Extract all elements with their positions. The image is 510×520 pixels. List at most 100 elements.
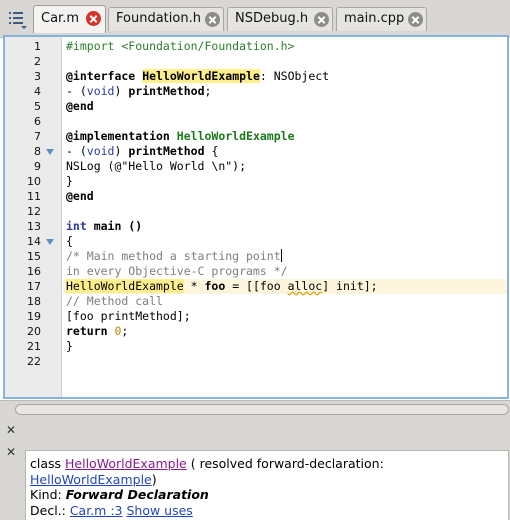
code-area[interactable]: #import <Foundation/Foundation.h> @inter… bbox=[63, 37, 507, 397]
code-line: - (void) printMethod { bbox=[63, 144, 507, 159]
code-text: - ( bbox=[66, 84, 87, 98]
tab-main-cpp[interactable]: main.cpp bbox=[336, 7, 427, 31]
line-number: 6 bbox=[34, 115, 41, 128]
code-text: foo bbox=[204, 279, 226, 293]
kind-line: Kind: Forward Declaration bbox=[30, 487, 508, 503]
list-menu-icon[interactable] bbox=[6, 8, 28, 30]
line-number: 1 bbox=[34, 40, 41, 53]
code-text: ; bbox=[204, 84, 212, 98]
code-text: ; bbox=[121, 324, 129, 338]
class-name: HelloWorldExample bbox=[142, 69, 260, 83]
kind-value: Forward Declaration bbox=[65, 487, 209, 502]
class-name: HelloWorldExample bbox=[176, 129, 295, 143]
line-number: 13 bbox=[27, 220, 41, 233]
tab-label: main.cpp bbox=[344, 11, 405, 26]
decl-label: Decl.: bbox=[30, 502, 70, 518]
line-number: 2 bbox=[34, 55, 41, 68]
line-number: 4 bbox=[34, 85, 41, 98]
tab-label: NSDebug.h bbox=[235, 11, 309, 26]
tab-foundation-h[interactable]: Foundation.h bbox=[108, 7, 224, 31]
resolved-text: ( resolved forward-declaration: bbox=[186, 456, 384, 471]
class-prefix: class bbox=[30, 456, 66, 471]
class-name-link[interactable]: HelloWorldExample bbox=[65, 456, 187, 471]
code-text: int bbox=[66, 219, 87, 233]
line-number: 10 bbox=[27, 175, 41, 188]
code-text: printMethod bbox=[128, 84, 205, 98]
code-text: @end bbox=[66, 99, 94, 113]
code-text: } bbox=[66, 339, 73, 353]
line-number: 18 bbox=[27, 295, 41, 308]
code-line: @interface HelloWorldExample: NSObject bbox=[63, 69, 507, 84]
code-text: ] init]; bbox=[322, 279, 378, 293]
code-line: NSLog (@"Hello World \n"); bbox=[63, 159, 507, 174]
code-text: return bbox=[66, 324, 108, 338]
tab-nsdebug-h[interactable]: NSDebug.h bbox=[227, 7, 333, 31]
code-text: - ( bbox=[66, 144, 87, 158]
code-text: [foo printMethod]; bbox=[66, 309, 191, 323]
close-icon[interactable] bbox=[408, 12, 423, 27]
expand-icon[interactable]: ✕ bbox=[6, 446, 16, 458]
kind-label: Kind: bbox=[30, 487, 66, 502]
comment-text: /* Main method a starting point bbox=[66, 249, 281, 263]
line-number: 20 bbox=[27, 325, 41, 338]
resolved-end: ) bbox=[151, 471, 157, 487]
current-code-line: HelloWorldExample * foo = [[foo alloc] i… bbox=[63, 279, 507, 294]
decl-link[interactable]: Car.m :3 bbox=[70, 503, 123, 518]
code-text: NSLog (@"Hello World \n"); bbox=[66, 159, 247, 173]
line-number: 9 bbox=[34, 160, 41, 173]
info-panel-area: ✕ ✕ class HelloWorldExample ( resolved f… bbox=[0, 418, 510, 520]
resolved-link[interactable]: HelloWorldExample bbox=[30, 472, 152, 487]
code-text: * bbox=[183, 279, 205, 293]
close-icon[interactable] bbox=[86, 11, 101, 26]
code-line: int main () bbox=[63, 219, 507, 234]
code-text: @end bbox=[66, 189, 94, 203]
code-text: @implementation bbox=[66, 129, 170, 143]
code-line: @implementation HelloWorldExample bbox=[63, 129, 507, 144]
fold-arrow-icon[interactable] bbox=[46, 149, 54, 155]
line-number: 19 bbox=[27, 310, 41, 323]
line-number: 14 bbox=[27, 235, 41, 248]
horizontal-scrollbar[interactable] bbox=[0, 400, 510, 418]
code-line: /* Main method a starting point bbox=[63, 249, 507, 264]
fold-arrow-icon[interactable] bbox=[46, 239, 54, 245]
line-number: 5 bbox=[34, 100, 41, 113]
code-text: : NSObject bbox=[259, 69, 330, 83]
code-line: in every Objective-C programs */ bbox=[63, 264, 507, 279]
comment-text: in every Objective-C programs */ bbox=[66, 264, 288, 278]
tab-car-m[interactable]: Car.m bbox=[33, 5, 106, 33]
tab-label: Car.m bbox=[41, 11, 79, 26]
class-line: class HelloWorldExample ( resolved forwa… bbox=[30, 456, 508, 487]
code-text: main () bbox=[86, 219, 143, 233]
code-text: ) bbox=[114, 84, 129, 98]
code-editor[interactable]: 1 2 3 4 5 6 7 8 9 10 11 12 13 14 15 16 17 18 19 20 21 22 #imp… bbox=[3, 35, 509, 399]
line-number: 7 bbox=[34, 130, 41, 143]
show-uses-link[interactable]: Show uses bbox=[126, 503, 192, 518]
tab-bar: Car.m Foundation.h NSDebug.h main.cpp bbox=[0, 0, 510, 38]
line-number: 12 bbox=[27, 205, 41, 218]
code-line: [foo printMethod]; bbox=[63, 309, 507, 324]
line-number: 11 bbox=[27, 190, 41, 203]
code-text: void bbox=[86, 144, 115, 158]
code-text: printMethod bbox=[128, 144, 205, 158]
code-line: { bbox=[63, 234, 507, 249]
line-number-gutter: 1 2 3 4 5 6 7 8 9 10 11 12 13 14 15 16 17 18 19 20 21 22 bbox=[5, 37, 62, 397]
close-icon[interactable] bbox=[314, 12, 329, 27]
line-number: 22 bbox=[27, 355, 41, 368]
code-line: #import <Foundation/Foundation.h> bbox=[63, 39, 507, 54]
code-line: } bbox=[63, 174, 507, 189]
line-number: 21 bbox=[27, 340, 41, 353]
class-name: HelloWorldExample bbox=[66, 279, 184, 293]
close-icon[interactable] bbox=[205, 12, 220, 27]
text-cursor bbox=[280, 249, 282, 262]
scrollbar-thumb[interactable] bbox=[15, 404, 509, 415]
warning-text: alloc bbox=[287, 279, 323, 293]
close-icon[interactable]: ✕ bbox=[6, 424, 16, 436]
line-number: 17 bbox=[27, 280, 41, 293]
line-number: 16 bbox=[27, 265, 41, 278]
code-text: = [[foo bbox=[225, 279, 288, 293]
code-text: { bbox=[204, 144, 219, 158]
code-text: void bbox=[86, 84, 115, 98]
line-number: 8 bbox=[34, 145, 41, 158]
code-line: // Method call bbox=[63, 294, 507, 309]
code-text: @interface bbox=[66, 69, 136, 83]
